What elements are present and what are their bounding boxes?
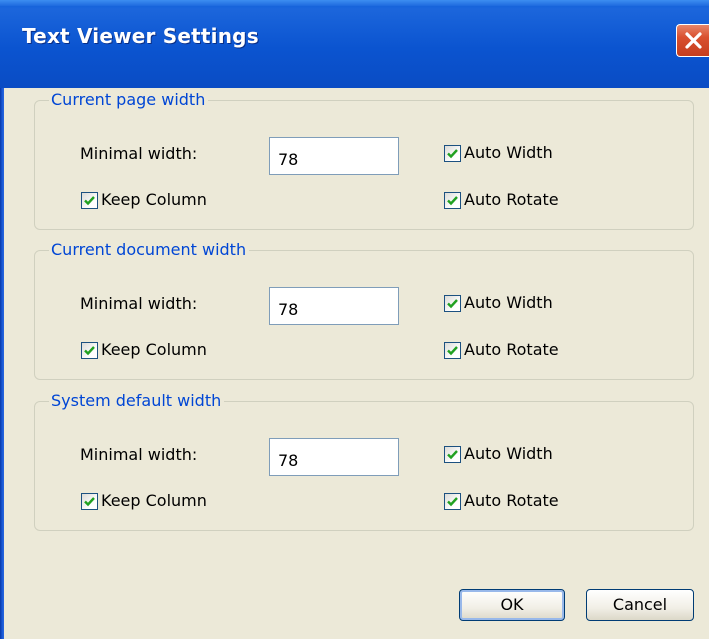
- auto-rotate-label: Auto Rotate: [464, 340, 559, 359]
- minimal-width-input[interactable]: [269, 137, 399, 175]
- group-legend: System default width: [49, 391, 225, 411]
- auto-rotate-label: Auto Rotate: [464, 491, 559, 510]
- checkbox-box[interactable]: [444, 445, 461, 463]
- auto-rotate-checkbox[interactable]: Auto Rotate: [444, 190, 559, 210]
- group-current-page-width: Current page width Minimal width: Auto W…: [34, 90, 694, 230]
- keep-column-label: Keep Column: [101, 491, 207, 510]
- auto-width-checkbox[interactable]: Auto Width: [444, 293, 553, 313]
- checkmark-icon: [447, 345, 458, 355]
- close-button[interactable]: [676, 24, 709, 57]
- keep-column-checkbox[interactable]: Keep Column: [81, 491, 207, 511]
- close-icon: [685, 32, 702, 49]
- auto-width-checkbox[interactable]: Auto Width: [444, 143, 553, 163]
- group-legend: Current page width: [49, 90, 209, 110]
- checkmark-icon: [447, 496, 458, 506]
- checkbox-box[interactable]: [81, 191, 98, 209]
- checkbox-box[interactable]: [444, 191, 461, 209]
- keep-column-label: Keep Column: [101, 190, 207, 209]
- cancel-button[interactable]: Cancel: [586, 589, 694, 621]
- checkmark-icon: [84, 496, 95, 506]
- checkmark-icon: [447, 148, 458, 158]
- title-bar[interactable]: Text Viewer Settings: [0, 0, 709, 88]
- auto-width-checkbox[interactable]: Auto Width: [444, 444, 553, 464]
- auto-rotate-checkbox[interactable]: Auto Rotate: [444, 340, 559, 360]
- group-system-default-width: System default width Minimal width: Auto…: [34, 391, 694, 531]
- minimal-width-input[interactable]: [269, 287, 399, 325]
- minimal-width-label: Minimal width:: [80, 294, 198, 313]
- checkbox-box[interactable]: [81, 341, 98, 359]
- settings-dialog: Text Viewer Settings Current page width …: [0, 0, 709, 639]
- checkbox-box[interactable]: [444, 492, 461, 510]
- minimal-width-label: Minimal width:: [80, 445, 198, 464]
- checkbox-box[interactable]: [81, 492, 98, 510]
- auto-rotate-checkbox[interactable]: Auto Rotate: [444, 491, 559, 511]
- window-title: Text Viewer Settings: [22, 24, 259, 48]
- checkmark-icon: [447, 449, 458, 459]
- minimal-width-label: Minimal width:: [80, 144, 198, 163]
- checkmark-icon: [447, 195, 458, 205]
- checkmark-icon: [84, 345, 95, 355]
- auto-width-label: Auto Width: [464, 444, 553, 463]
- keep-column-checkbox[interactable]: Keep Column: [81, 340, 207, 360]
- checkbox-box[interactable]: [444, 341, 461, 359]
- auto-width-label: Auto Width: [464, 143, 553, 162]
- keep-column-checkbox[interactable]: Keep Column: [81, 190, 207, 210]
- ok-button[interactable]: OK: [459, 589, 565, 621]
- checkmark-icon: [447, 298, 458, 308]
- auto-width-label: Auto Width: [464, 293, 553, 312]
- group-current-document-width: Current document width Minimal width: Au…: [34, 240, 694, 380]
- auto-rotate-label: Auto Rotate: [464, 190, 559, 209]
- checkmark-icon: [84, 195, 95, 205]
- keep-column-label: Keep Column: [101, 340, 207, 359]
- minimal-width-input[interactable]: [269, 438, 399, 476]
- checkbox-box[interactable]: [444, 144, 461, 162]
- group-legend: Current document width: [49, 240, 250, 260]
- checkbox-box[interactable]: [444, 294, 461, 312]
